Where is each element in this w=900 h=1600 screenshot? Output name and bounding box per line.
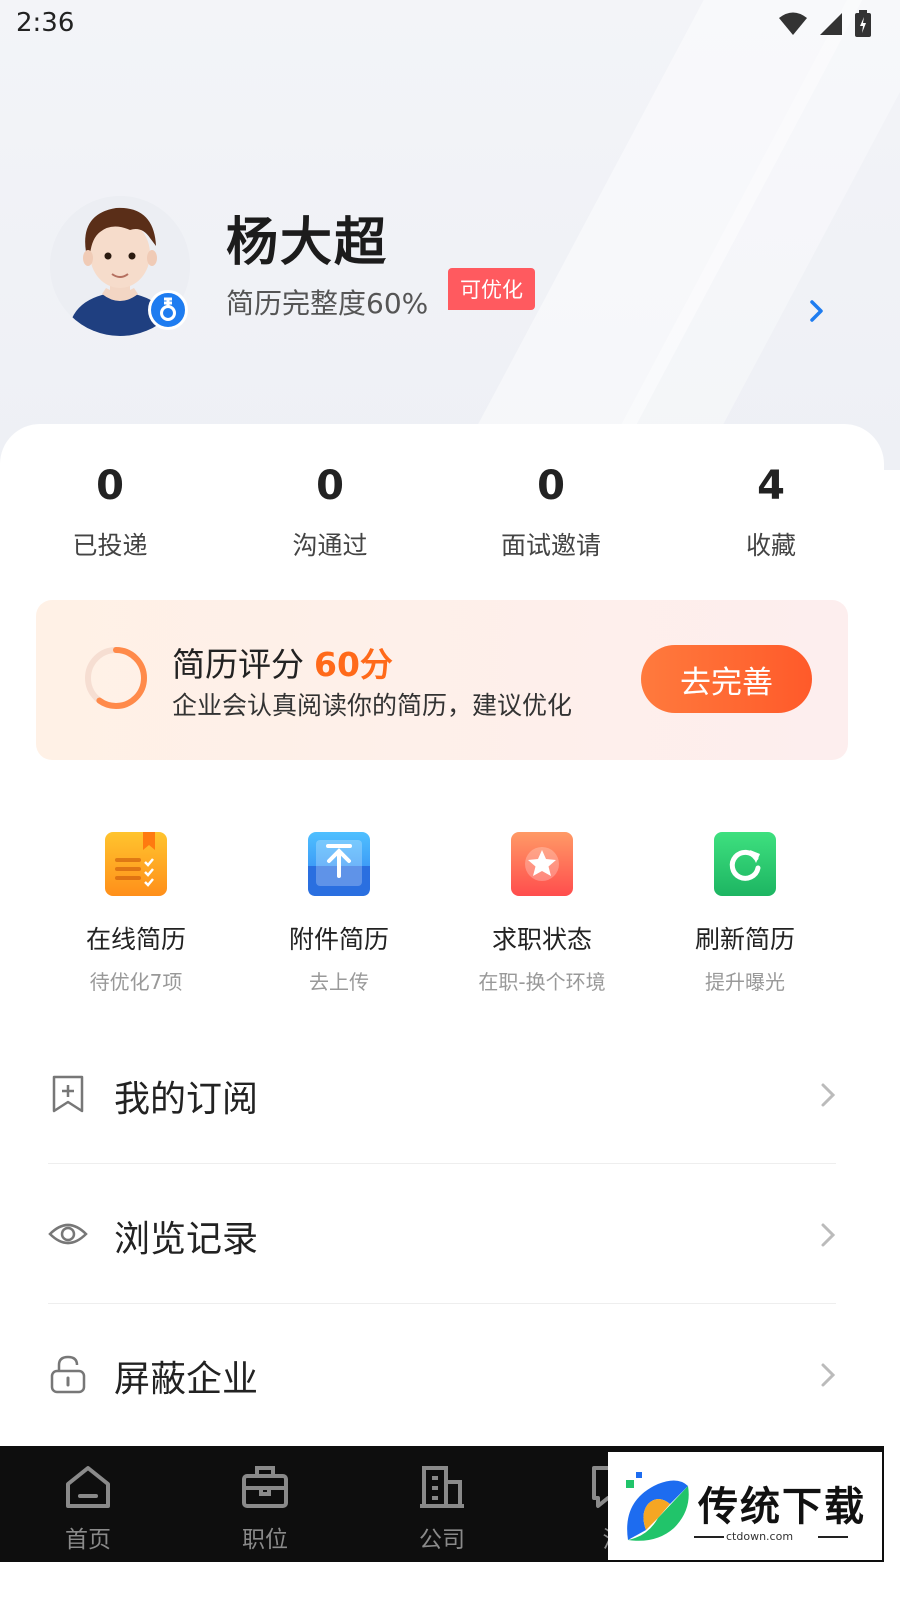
user-name: 杨大超: [226, 213, 389, 273]
nav-companies[interactable]: 公司: [382, 1464, 502, 1554]
wifi-icon: [779, 12, 807, 35]
lock-icon: [50, 1355, 86, 1394]
menu-label: 我的订阅: [114, 1079, 259, 1120]
tool-refresh-resume[interactable]: 刷新简历 提升曝光: [645, 832, 845, 995]
battery-icon: [855, 10, 871, 37]
chevron-right-icon: [821, 1223, 836, 1247]
profile-chevron-right-icon[interactable]: [806, 296, 828, 326]
watermark-text: 传统下载: [698, 1484, 866, 1530]
tool-job-status[interactable]: 求职状态 在职-换个环境: [442, 832, 642, 995]
watermark-subtext: ctdown.com: [726, 1530, 794, 1543]
star-icon: [511, 832, 573, 896]
stat-contacted[interactable]: 0 沟通过: [240, 464, 420, 562]
home-icon: [66, 1466, 110, 1508]
menu-item-subscriptions[interactable]: 我的订阅: [48, 1024, 836, 1164]
status-time: 2:36: [16, 8, 75, 38]
menu-label: 浏览记录: [114, 1219, 259, 1260]
stat-value: 0: [537, 463, 565, 509]
resume-tools-row: 在线简历 待优化7项 附件简历 去上传 求职状态 在职-换个环境 刷新简历 提升…: [0, 832, 884, 1012]
chevron-right-icon: [821, 1083, 836, 1107]
tool-title: 附件简历: [288, 925, 389, 954]
tool-title: 求职状态: [491, 925, 592, 954]
status-bar: 2:36: [0, 0, 900, 48]
tool-subtitle: 提升曝光: [705, 970, 785, 994]
stat-applied[interactable]: 0 已投递: [20, 464, 200, 562]
menu-label: 屏蔽企业: [114, 1359, 259, 1400]
score-value: 60分: [314, 645, 393, 684]
nav-label: 职位: [242, 1527, 288, 1553]
tool-subtitle: 待优化7项: [89, 970, 183, 994]
tool-title: 在线简历: [85, 925, 186, 954]
stat-label: 面试邀请: [500, 531, 601, 560]
tool-title: 刷新简历: [694, 925, 795, 954]
stat-label: 收藏: [745, 531, 796, 560]
score-progress-ring: [85, 647, 147, 709]
menu-item-browse-history[interactable]: 浏览记录: [48, 1164, 836, 1304]
tool-online-resume[interactable]: 在线简历 待优化7项: [36, 832, 236, 995]
nav-label: 首页: [65, 1527, 111, 1553]
briefcase-icon: [242, 1466, 288, 1508]
upload-icon: [308, 832, 370, 896]
watermark: 传统下载 ctdown.com: [608, 1452, 882, 1560]
stat-value: 0: [96, 463, 124, 509]
tool-subtitle: 去上传: [309, 970, 369, 994]
stat-favorites[interactable]: 4 收藏: [681, 464, 861, 562]
nav-jobs[interactable]: 职位: [205, 1464, 325, 1554]
chevron-right-icon: [821, 1363, 836, 1387]
watermark-line: [694, 1536, 724, 1538]
gender-male-icon: [148, 290, 188, 330]
profile-page: 2:36 杨大超 简历完整度60% 可优化 0 已投递 0 沟通过 0 面试邀请…: [0, 0, 900, 1600]
score-title: 简历评分 60分: [172, 638, 393, 686]
score-title-label: 简历评分: [172, 645, 304, 684]
stat-value: 4: [757, 463, 785, 509]
eye-icon: [48, 1223, 88, 1245]
stats-row: 0 已投递 0 沟通过 0 面试邀请 4 收藏: [0, 464, 884, 574]
watermark-logo-icon: [626, 1472, 689, 1541]
bookmark-plus-icon: [52, 1075, 84, 1113]
resume-doc-icon: [105, 832, 167, 896]
nav-home[interactable]: 首页: [28, 1464, 148, 1554]
signal-icon: [820, 13, 842, 35]
improve-resume-button[interactable]: 去完善: [641, 645, 812, 713]
content-panel: 0 已投递 0 沟通过 0 面试邀请 4 收藏 简历评分 60分 企业会认真阅读…: [0, 424, 884, 1454]
resume-completeness: 简历完整度60%: [226, 287, 429, 320]
resume-score-card[interactable]: 简历评分 60分 企业会认真阅读你的简历，建议优化 去完善: [36, 600, 848, 760]
status-icons: [778, 10, 872, 38]
score-description: 企业会认真阅读你的简历，建议优化: [172, 691, 573, 720]
refresh-icon: [714, 832, 776, 896]
settings-menu: 我的订阅 浏览记录 屏蔽企业: [48, 1024, 836, 1444]
watermark-line: [818, 1536, 848, 1538]
optimize-badge: 可优化: [448, 268, 535, 310]
nav-label: 公司: [419, 1527, 465, 1553]
tool-attachment-resume[interactable]: 附件简历 去上传: [239, 832, 439, 995]
building-icon: [420, 1466, 464, 1508]
stat-interview-invites[interactable]: 0 面试邀请: [461, 464, 641, 562]
stat-label: 沟通过: [292, 531, 368, 560]
tool-subtitle: 在职-换个环境: [478, 970, 606, 994]
stat-value: 0: [316, 463, 344, 509]
menu-item-blocked-companies[interactable]: 屏蔽企业: [48, 1304, 836, 1444]
avatar[interactable]: [50, 196, 190, 336]
stat-label: 已投递: [72, 531, 148, 560]
